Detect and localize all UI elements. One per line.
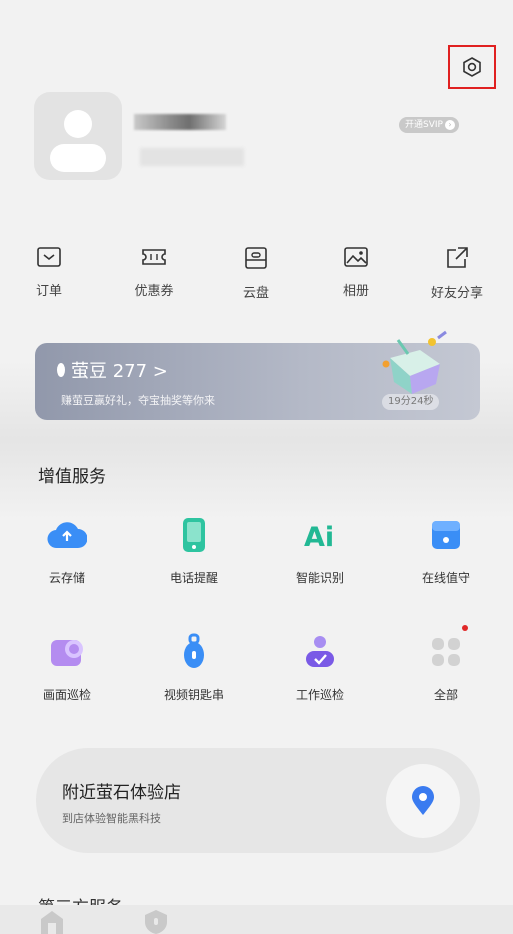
phone-reminder-icon: [183, 518, 205, 552]
work-inspection-icon: [306, 636, 334, 667]
gear-icon: [463, 57, 481, 77]
service-work-inspection[interactable]: 工作巡检: [265, 632, 375, 703]
beans-subtitle: 赚萤豆赢好礼，夺宝抽奖等你来: [61, 394, 215, 407]
screen-inspection-icon: [51, 640, 83, 666]
quick-action-label: 相册: [342, 284, 369, 299]
svg-text:Ai: Ai: [304, 522, 334, 550]
coupon-icon: [142, 249, 166, 265]
quick-action-label: 好友分享: [430, 286, 483, 301]
service-label: 全部: [433, 688, 458, 702]
svip-label: 开通SVIP: [405, 120, 443, 130]
quick-action-order[interactable]: 订单: [9, 246, 89, 299]
quick-action-cloud-disk[interactable]: 云盘: [216, 246, 296, 301]
all-icon: [432, 638, 460, 666]
gift-box-icon: [382, 330, 447, 394]
value-services-title: 增值服务: [38, 467, 106, 487]
avatar[interactable]: [34, 92, 122, 180]
cloud-storage-icon: [47, 522, 87, 549]
settings-button[interactable]: [448, 45, 496, 89]
service-label: 在线值守: [421, 571, 470, 585]
account-redacted: [140, 148, 244, 166]
beans-title: 萤豆 277 >: [71, 361, 168, 382]
home-icon[interactable]: [38, 908, 66, 934]
svip-button[interactable]: 开通SVIP ›: [399, 117, 459, 133]
quick-action-share[interactable]: 好友分享: [417, 246, 497, 301]
avatar-body-shape: [50, 144, 106, 172]
service-label: 画面巡检: [42, 688, 91, 702]
cloud-disk-icon: [245, 247, 267, 269]
service-label: 智能识别: [295, 571, 344, 585]
chevron-right-icon: ›: [444, 120, 455, 130]
service-ai-recognition[interactable]: Ai 智能识别: [265, 515, 375, 586]
shield-icon[interactable]: [143, 908, 169, 934]
countdown-timer: 19分24秒: [382, 394, 440, 410]
video-keychain-icon: [184, 633, 204, 668]
location-pin-icon: [412, 786, 434, 815]
avatar-head-shape: [64, 110, 92, 138]
service-label: 工作巡检: [295, 688, 344, 702]
order-icon: [37, 247, 61, 267]
quick-action-label: 云盘: [242, 286, 269, 301]
bean-icon: [57, 363, 65, 377]
quick-actions: 订单 优惠券 云盘 相册 好友分享: [0, 246, 513, 306]
nearby-store-card[interactable]: 附近萤石体验店 到店体验智能黑科技: [36, 748, 480, 853]
quick-action-album[interactable]: 相册: [316, 246, 396, 299]
service-label: 视频钥匙串: [163, 688, 224, 702]
quick-action-label: 订单: [35, 284, 62, 299]
username-redacted: [134, 114, 226, 130]
service-phone-reminder[interactable]: 电话提醒: [139, 515, 249, 586]
notification-dot: [462, 625, 468, 631]
service-label: 云存储: [48, 571, 85, 585]
service-online-guard[interactable]: 在线值守: [391, 515, 501, 586]
location-button[interactable]: [386, 764, 460, 838]
share-icon: [447, 247, 468, 268]
store-title: 附近萤石体验店: [62, 783, 181, 803]
quick-action-label: 优惠券: [134, 284, 174, 299]
service-all[interactable]: 全部: [391, 632, 501, 703]
online-guard-icon: [432, 521, 460, 549]
bottom-bar: [0, 905, 513, 934]
service-label: 电话提醒: [169, 571, 218, 585]
ai-recognition-icon: Ai: [304, 522, 334, 550]
service-screen-inspection[interactable]: 画面巡检: [12, 632, 122, 703]
store-subtitle: 到店体验智能黑科技: [62, 812, 161, 825]
service-cloud-storage[interactable]: 云存储: [12, 515, 122, 586]
service-video-keychain[interactable]: 视频钥匙串: [139, 632, 249, 703]
quick-action-coupon[interactable]: 优惠券: [114, 246, 194, 299]
album-icon: [344, 247, 368, 267]
